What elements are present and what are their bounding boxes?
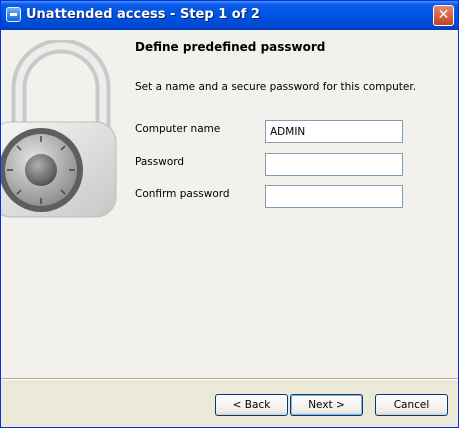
computer-name-label: Computer name [135, 123, 221, 135]
confirm-password-label: Confirm password [135, 188, 230, 200]
page-description: Set a name and a secure password for thi… [135, 81, 417, 93]
wizard-content: Define predefined password Set a name an… [1, 30, 458, 378]
password-label: Password [135, 156, 185, 168]
computer-name-field[interactable] [265, 120, 403, 143]
button-bar: < Back Next > Cancel [1, 380, 458, 427]
confirm-password-field[interactable] [265, 185, 403, 208]
dialog-window: Unattended access - Step 1 of 2 ✕ Define… [0, 0, 459, 428]
window-title: Unattended access - Step 1 of 2 [26, 7, 260, 22]
back-button[interactable]: < Back [215, 394, 288, 416]
close-button[interactable]: ✕ [433, 5, 454, 26]
teamviewer-app-icon [6, 7, 21, 22]
title-bar[interactable]: Unattended access - Step 1 of 2 ✕ [1, 1, 458, 30]
password-field[interactable] [265, 153, 403, 176]
cancel-button[interactable]: Cancel [375, 394, 448, 416]
padlock-icon [1, 40, 117, 218]
page-title: Define predefined password [135, 40, 326, 54]
next-button[interactable]: Next > [290, 394, 363, 416]
close-icon: ✕ [437, 7, 450, 23]
